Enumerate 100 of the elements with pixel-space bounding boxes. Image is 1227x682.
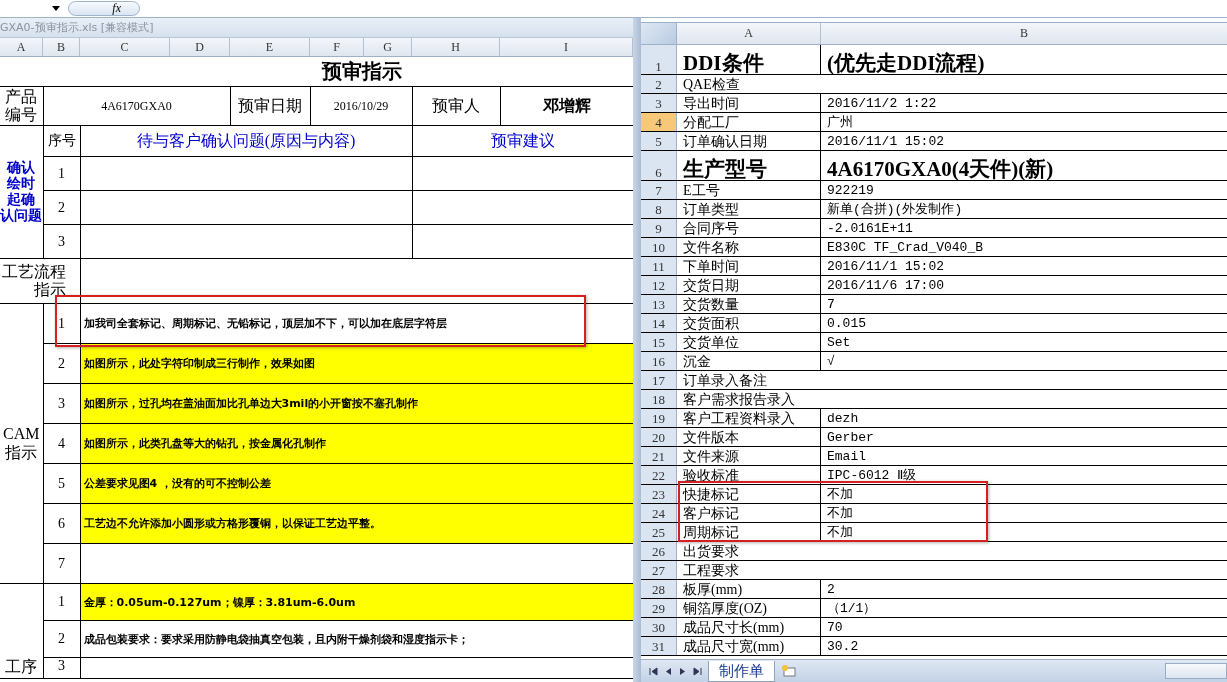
column-header[interactable]: A [677,23,821,44]
window-title: GXA0-预审指示.xls [兼容模式] [0,18,633,38]
row-header[interactable]: 25 [641,523,677,541]
field-value: Gerber [827,430,874,445]
row-header[interactable]: 23 [641,485,677,503]
row-number: 3 [43,383,80,424]
row-header[interactable]: 30 [641,618,677,636]
row-header[interactable]: 14 [641,314,677,332]
field-label: 铜箔厚度(OZ) [683,601,767,616]
row-header[interactable]: 10 [641,238,677,256]
row-header[interactable]: 17 [641,371,677,389]
column-header[interactable]: C [80,38,170,56]
row-header[interactable]: 2 [641,75,677,93]
column-header[interactable]: F [310,38,364,56]
field-value: Set [827,335,851,350]
row-label: 产品 [4,87,39,106]
sheet-title: 预审指示 [321,60,402,82]
field-label: 快捷标记 [683,487,739,502]
field-value: 30.2 [827,639,859,654]
field-label: 文件来源 [683,449,739,464]
row-header[interactable]: 24 [641,504,677,522]
column-header[interactable]: H [412,38,500,56]
horizontal-scrollbar[interactable] [1165,663,1227,679]
row-header[interactable]: 29 [641,599,677,617]
row-header[interactable]: 31 [641,637,677,655]
field-value: 2 [827,582,835,597]
field-label: 生产型号 [683,157,767,181]
field-label: 验收标准 [683,468,739,483]
row-header[interactable]: 9 [641,219,677,237]
field-label: 交货日期 [683,278,739,293]
field-value: (优先走DDI流程) [827,51,985,75]
row-label: 确认 [5,159,37,176]
field-label: 板厚(mm) [683,582,743,597]
field-value: IPC-6012 Ⅱ级 [827,468,917,483]
field-value: 2016/11/1 15:02 [827,259,945,274]
field-value: Email [827,449,866,464]
previous-sheet-icon[interactable] [665,666,672,676]
field-value: 2016/11/2 1:22 [827,96,937,111]
row-header[interactable]: 6 [641,151,677,180]
field-label: 导出时间 [683,96,739,111]
field-value: dezh [827,411,859,426]
field-label: 文件版本 [683,430,739,445]
field-value: 0.015 [827,316,866,331]
first-sheet-icon[interactable] [649,666,658,676]
row-number: 2 [43,190,80,225]
row-header[interactable]: 21 [641,447,677,465]
next-sheet-icon[interactable] [679,666,686,676]
sheet-tab[interactable]: 制作单 [708,660,775,682]
field-label: 订单类型 [683,202,739,217]
field-value: 新单(合拼)(外发制作) [827,202,963,217]
row-header[interactable]: 7 [641,181,677,199]
row-number: 1 [43,583,80,621]
column-header[interactable]: G [364,38,412,56]
row-header[interactable]: 20 [641,428,677,446]
row-header[interactable]: 22 [641,466,677,484]
field-value: 7 [827,297,835,312]
row-label: 认问题 [0,208,42,225]
row-header[interactable]: 8 [641,200,677,218]
row-header[interactable]: 26 [641,542,677,560]
field-value: -2.0161E+11 [827,221,913,236]
row-header[interactable]: 3 [641,94,677,112]
field-label: 沉金 [683,354,711,369]
row-header[interactable]: 28 [641,580,677,598]
row-number: 7 [43,543,80,584]
row-header[interactable]: 16 [641,352,677,370]
row-header[interactable]: 12 [641,276,677,294]
row-header[interactable]: 1 [641,45,677,74]
field-label: DDI条件 [683,51,764,75]
field-value: 不加 [827,487,853,502]
row-header[interactable]: 4 [641,113,677,131]
column-header[interactable]: B [821,23,1227,44]
last-sheet-icon[interactable] [693,666,702,676]
column-header[interactable]: D [170,38,230,56]
field-label: 订单确认日期 [683,134,767,149]
field-label: 交货数量 [683,297,739,312]
field-value: 2016/11/1 15:02 [827,134,945,149]
field-value: 不加 [827,506,853,521]
insert-function-button[interactable]: fx [68,1,140,16]
row-header[interactable]: 27 [641,561,677,579]
field-value: 922219 [827,183,874,198]
instruction-text: 成品包装要求：要求采用防静电袋抽真空包装，且内附干燥剂袋和湿度指示卡； [83,632,469,646]
instruction-text: 如图所示，此类孔盘等大的钻孔，按金属化孔制作 [83,437,326,450]
column-header[interactable]: E [230,38,310,56]
row-header[interactable]: 18 [641,390,677,408]
row-number: 1 [43,156,80,191]
row-header[interactable]: 19 [641,409,677,427]
field-label: 交货单位 [683,335,739,350]
table-cell: 序号 [43,125,80,157]
column-header[interactable]: B [43,38,80,56]
column-header[interactable]: A [0,38,43,56]
field-value: E830C TF_Crad_V040_B [827,240,984,255]
row-number: 4 [43,423,80,464]
row-header[interactable]: 15 [641,333,677,351]
field-label: 客户标记 [683,506,739,521]
row-header[interactable]: 5 [641,132,677,150]
row-header[interactable]: 13 [641,295,677,313]
table-cell: 预审人 [412,86,500,126]
dropdown-icon[interactable] [52,6,60,11]
row-header[interactable]: 11 [641,257,677,275]
row-number: 6 [43,503,80,544]
